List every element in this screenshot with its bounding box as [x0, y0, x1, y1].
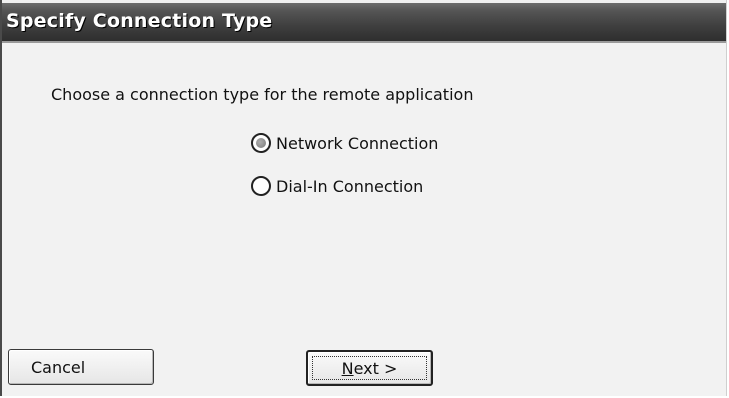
title-bar: Specify Connection Type — [2, 3, 726, 41]
dial-in-connection-option[interactable]: Dial-In Connection — [251, 176, 423, 196]
dial-in-connection-label[interactable]: Dial-In Connection — [276, 177, 423, 196]
next-label-rest: ext > — [353, 358, 398, 378]
instruction-text: Choose a connection type for the remote … — [51, 85, 474, 104]
network-connection-radio[interactable] — [251, 133, 271, 153]
dialog-title: Specify Connection Type — [6, 10, 273, 32]
connection-dialog: Specify Connection Type Choose a connect… — [0, 0, 727, 396]
network-connection-label[interactable]: Network Connection — [276, 134, 438, 153]
network-connection-option[interactable]: Network Connection — [251, 133, 438, 153]
next-mnemonic: N — [341, 358, 354, 378]
next-button[interactable]: Next > — [306, 350, 433, 386]
next-button-label: Next > — [342, 359, 398, 378]
dial-in-connection-radio[interactable] — [251, 176, 271, 196]
cancel-button[interactable]: Cancel — [8, 349, 154, 385]
cancel-button-label: Cancel — [31, 357, 86, 377]
